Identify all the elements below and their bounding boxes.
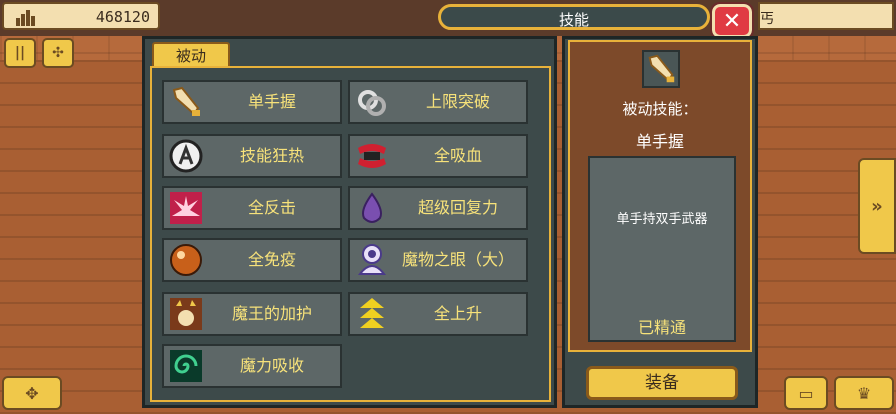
pause-button[interactable]: || xyxy=(4,38,36,68)
pause-icon: || xyxy=(14,45,26,61)
vortex-icon xyxy=(170,350,202,382)
triple-arrow-up-icon xyxy=(360,298,384,328)
hud-right-text: 丐 xyxy=(760,11,774,27)
skill-label: 魔王的加护 xyxy=(231,304,312,323)
skill-item-all-drain[interactable]: 全吸血 xyxy=(348,134,528,178)
tab-passive[interactable]: 被动 xyxy=(152,42,230,68)
hud-right-box: 丐 xyxy=(758,2,894,30)
skill-item-one-hand-grip[interactable]: 单手握 xyxy=(162,80,342,124)
skill-label: 魔物之眼（大） xyxy=(401,250,514,269)
mastery-status: 已精通 xyxy=(637,318,686,337)
skill-item-all-rise[interactable]: 全上升 xyxy=(348,292,528,336)
potion-drop-icon xyxy=(362,192,382,223)
skill-label: 超级回复力 xyxy=(417,198,498,217)
skill-label: 全吸血 xyxy=(433,146,482,165)
dice-icon: ✣ xyxy=(52,45,64,61)
gold-value: 468120 xyxy=(95,8,150,26)
skill-type-label: 被动技能： xyxy=(622,100,698,118)
selected-skill-name: 单手握 xyxy=(635,132,684,151)
broken-chain-icon xyxy=(358,90,386,116)
skill-item-mana-absorb[interactable]: 魔力吸收 xyxy=(162,344,342,388)
amber-orb-icon xyxy=(170,244,202,276)
burst-icon xyxy=(170,192,202,224)
skill-item-all-immunity[interactable]: 全免疫 xyxy=(162,238,342,282)
skill-label: 上限突破 xyxy=(425,92,490,111)
fangs-icon xyxy=(358,144,386,168)
equip-button[interactable]: 装备 xyxy=(586,366,738,400)
skill-label: 全上升 xyxy=(433,304,482,323)
skill-item-demon-king-protection[interactable]: 魔王的加护 xyxy=(162,292,342,336)
skill-label: 技能狂热 xyxy=(239,146,304,165)
book-icon: ▭ xyxy=(798,383,814,403)
skill-label: 魔力吸收 xyxy=(239,356,304,375)
move-button[interactable]: ✥ xyxy=(2,376,62,410)
skill-label: 全反击 xyxy=(247,198,296,217)
skill-item-monster-eye-large[interactable]: 魔物之眼（大） xyxy=(348,238,528,282)
orb-icon xyxy=(169,139,203,173)
crown-button[interactable]: ♛ xyxy=(834,376,894,410)
skill-label: 单手握 xyxy=(247,92,296,111)
map-button[interactable]: ✣ xyxy=(42,38,74,68)
sword-icon xyxy=(648,54,675,83)
window-title: 技能 xyxy=(558,11,589,29)
close-icon: ✕ xyxy=(722,8,742,34)
close-button[interactable]: ✕ xyxy=(710,2,754,40)
crown-icon: ♛ xyxy=(856,383,872,403)
gold-stack-icon xyxy=(16,10,35,26)
demon-king-icon xyxy=(170,298,202,330)
book-button[interactable]: ▭ xyxy=(784,376,828,410)
double-chevron-right-icon: » xyxy=(871,195,883,217)
skill-description: 单手持双手武器 xyxy=(616,212,708,227)
monster-eye-icon xyxy=(357,244,387,275)
sword-icon xyxy=(172,86,200,116)
gold-counter: 468120 xyxy=(2,2,160,30)
dpad-icon: ✥ xyxy=(25,383,39,403)
skill-item-skill-frenzy[interactable]: 技能狂热 xyxy=(162,134,342,178)
selected-skill-icon-box xyxy=(642,50,680,88)
side-expand-button[interactable]: » xyxy=(858,158,896,254)
window-title-bar: 技能 xyxy=(438,4,710,30)
skill-item-super-recovery[interactable]: 超级回复力 xyxy=(348,186,528,230)
skill-item-limit-break[interactable]: 上限突破 xyxy=(348,80,528,124)
skill-item-all-counter[interactable]: 全反击 xyxy=(162,186,342,230)
skill-label: 全免疫 xyxy=(247,250,296,269)
skill-description-box: 单手持双手武器 已精通 xyxy=(588,156,736,342)
